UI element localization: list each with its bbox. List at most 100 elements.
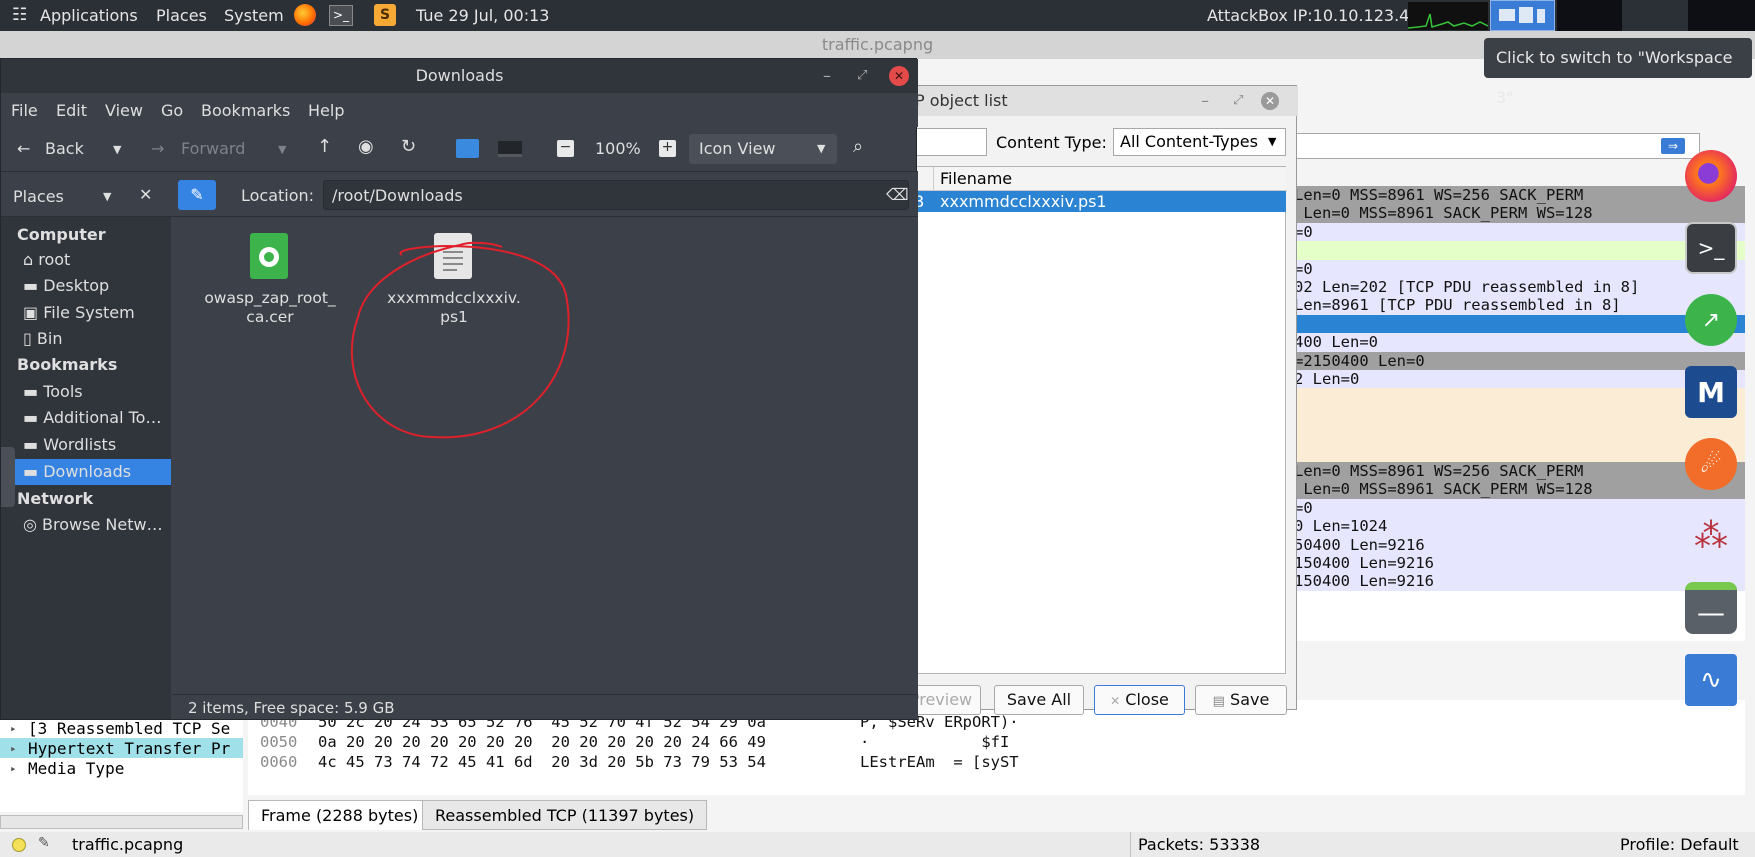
menu-edit[interactable]: Edit bbox=[56, 101, 87, 120]
back-history-chevron-icon[interactable]: ▼ bbox=[113, 143, 121, 156]
edit-comment-icon[interactable]: ✎ bbox=[38, 835, 50, 851]
up-arrow-icon[interactable]: ↑ bbox=[317, 136, 332, 157]
sidebar-item-wordlists[interactable]: ▬ Wordlists bbox=[23, 435, 171, 454]
sidebar-item-root[interactable]: ⌂ root bbox=[23, 250, 171, 269]
rocket-dock-icon[interactable]: ↗ bbox=[1685, 294, 1737, 346]
view-mode-select[interactable]: Icon View ▼ bbox=[689, 134, 837, 164]
forward-arrow-icon[interactable]: → bbox=[151, 139, 164, 158]
firefox-dock-icon[interactable] bbox=[1685, 150, 1737, 202]
close-sidebar-icon[interactable]: ✕ bbox=[139, 185, 152, 204]
zoom-in-icon[interactable]: + bbox=[659, 140, 676, 157]
red-annotation-circle bbox=[350, 241, 570, 439]
clock[interactable]: Tue 29 Jul, 00:13 bbox=[416, 6, 549, 25]
sidebar-item-browse-network[interactable]: ◎ Browse Netw… bbox=[23, 515, 171, 534]
postman-dock-icon[interactable]: ☄ bbox=[1685, 438, 1737, 490]
content-type-label: Content Type: bbox=[996, 133, 1107, 152]
certificate-file-icon[interactable] bbox=[250, 233, 288, 279]
places-menu[interactable]: Places bbox=[156, 6, 207, 25]
wireshark-statusbar: ✎ traffic.pcapng Packets: 53338 Profile:… bbox=[0, 832, 1755, 857]
terminal-launcher-icon[interactable]: >_ bbox=[329, 5, 353, 26]
wireshark-dock-icon[interactable]: ∿ bbox=[1685, 654, 1737, 706]
folder-icon: ▬ bbox=[23, 382, 44, 401]
stop-icon[interactable]: ◉ bbox=[358, 136, 374, 157]
menu-go[interactable]: Go bbox=[161, 101, 183, 120]
sidebar-item-bin[interactable]: ▯ Bin bbox=[23, 329, 171, 348]
system-monitor-graph bbox=[1407, 2, 1489, 30]
close-icon[interactable]: ✕ bbox=[1261, 92, 1279, 110]
expert-info-icon[interactable] bbox=[12, 838, 26, 852]
object-table[interactable]: Filename kB xxxmmdcclxxxiv.ps1 bbox=[901, 166, 1287, 674]
metasploit-dock-icon[interactable]: M bbox=[1685, 366, 1737, 418]
fm-title-bar: Downloads – ⤢ ✕ bbox=[1, 59, 918, 93]
places-label[interactable]: Places bbox=[13, 187, 64, 206]
tab-reassembled-tcp[interactable]: Reassembled TCP (11397 bytes) bbox=[422, 800, 708, 830]
sidebar-item-additional-tools[interactable]: ▬ Additional To… bbox=[23, 408, 171, 427]
maximize-icon[interactable]: ⤢ bbox=[1233, 86, 1243, 116]
tab-frame[interactable]: Frame (2288 bytes) bbox=[248, 800, 432, 830]
save-button[interactable]: ▤ Save bbox=[1195, 685, 1287, 715]
forward-button[interactable]: Forward bbox=[181, 139, 245, 158]
folder-icon: ▬ bbox=[23, 462, 44, 481]
computer-icon[interactable] bbox=[498, 141, 522, 157]
toggle-location-button[interactable]: ✎ bbox=[178, 180, 216, 210]
forward-history-chevron-icon[interactable]: ▼ bbox=[278, 143, 286, 156]
back-arrow-icon[interactable]: ← bbox=[17, 139, 30, 158]
expand-arrow-icon[interactable]: ▸ bbox=[10, 718, 17, 739]
fm-menubar: File Edit View Go Bookmarks Help bbox=[1, 93, 918, 127]
sidebar-item-desktop[interactable]: ▬ Desktop bbox=[23, 276, 171, 295]
clear-location-icon[interactable]: ⌫ bbox=[886, 185, 909, 204]
search-icon[interactable]: ⌕ bbox=[853, 136, 863, 157]
firefox-launcher-icon[interactable] bbox=[294, 4, 316, 26]
expand-arrow-icon[interactable]: ▸ bbox=[10, 738, 17, 759]
minimize-icon[interactable]: – bbox=[823, 59, 831, 93]
expand-arrow-icon[interactable]: ▸ bbox=[10, 758, 17, 779]
fm-sidebar: Computer ⌂ root ▬ Desktop ▣ File System … bbox=[1, 217, 171, 719]
system-menu[interactable]: System bbox=[224, 6, 284, 25]
sidebar-item-tools[interactable]: ▬ Tools bbox=[23, 382, 171, 401]
applications-menu[interactable]: Applications bbox=[40, 6, 138, 25]
location-input[interactable]: /root/Downloads ⌫ bbox=[323, 180, 909, 210]
desktop-icon: ▬ bbox=[23, 276, 44, 295]
sidebar-item-downloads[interactable]: ▬ Downloads bbox=[1, 459, 171, 485]
menu-view[interactable]: View bbox=[105, 101, 143, 120]
minimize-icon[interactable]: – bbox=[1201, 86, 1209, 116]
content-type-select[interactable]: All Content-Types ▼ bbox=[1113, 128, 1286, 156]
display-filter-input[interactable]: ⇒ bbox=[1290, 133, 1700, 159]
tree-item[interactable]: ▸ Media Type bbox=[0, 758, 243, 779]
close-button[interactable]: ✕ Close bbox=[1094, 685, 1185, 715]
folder-icon: ▬ bbox=[23, 435, 44, 454]
file-label-cer[interactable]: owasp_zap_root_ ca.cer bbox=[194, 289, 346, 327]
workspace-2[interactable] bbox=[1557, 0, 1622, 31]
hex-row[interactable]: 0060 4c 45 73 74 72 45 41 6d 20 3d 20 5b … bbox=[260, 752, 1260, 772]
zoom-out-icon[interactable]: − bbox=[557, 140, 574, 157]
menu-help[interactable]: Help bbox=[308, 101, 344, 120]
places-chevron-icon[interactable]: ▼ bbox=[103, 190, 111, 203]
menu-bookmarks[interactable]: Bookmarks bbox=[201, 101, 290, 120]
terminal-dock-icon[interactable]: >_ bbox=[1685, 222, 1737, 274]
maximize-icon[interactable]: ⤢ bbox=[857, 59, 867, 93]
home-folder-icon[interactable] bbox=[456, 139, 479, 158]
app-grid-icon[interactable]: ☷ bbox=[12, 5, 27, 25]
sublime-launcher-icon[interactable]: S bbox=[374, 4, 396, 26]
close-button-icon: ✕ bbox=[1110, 694, 1121, 708]
sidebar-handle[interactable] bbox=[1, 447, 15, 507]
sidebar-item-filesystem[interactable]: ▣ File System bbox=[23, 303, 171, 322]
tree-item[interactable]: ▸ Hypertext Transfer Pr bbox=[0, 738, 243, 759]
table-row[interactable]: kB xxxmmdcclxxxiv.ps1 bbox=[902, 191, 1286, 212]
object-list-title: P object list bbox=[915, 91, 1008, 110]
archive-dock-icon[interactable]: — bbox=[1685, 582, 1737, 634]
reload-icon[interactable]: ↻ bbox=[401, 136, 416, 157]
workspace-1[interactable] bbox=[1490, 0, 1555, 31]
workspace-3[interactable] bbox=[1688, 0, 1755, 31]
back-button[interactable]: Back bbox=[45, 139, 84, 158]
hex-ascii: LEstrEAm = [syST bbox=[860, 753, 1019, 771]
hex-row[interactable]: 0050 0a 20 20 20 20 20 20 20 20 20 20 20 … bbox=[260, 732, 1260, 752]
burp-dock-icon[interactable]: ⁂ bbox=[1685, 510, 1737, 562]
save-all-button[interactable]: Save All bbox=[994, 685, 1084, 715]
details-hscrollbar[interactable] bbox=[0, 815, 243, 829]
status-profile[interactable]: Profile: Default bbox=[1620, 835, 1739, 854]
filename-column-header[interactable]: Filename bbox=[940, 167, 1012, 191]
fm-icon-view[interactable]: owasp_zap_root_ ca.cer xxxmmdcclxxxiv. p… bbox=[172, 217, 918, 719]
menu-file[interactable]: File bbox=[11, 101, 38, 120]
close-icon[interactable]: ✕ bbox=[889, 66, 909, 86]
